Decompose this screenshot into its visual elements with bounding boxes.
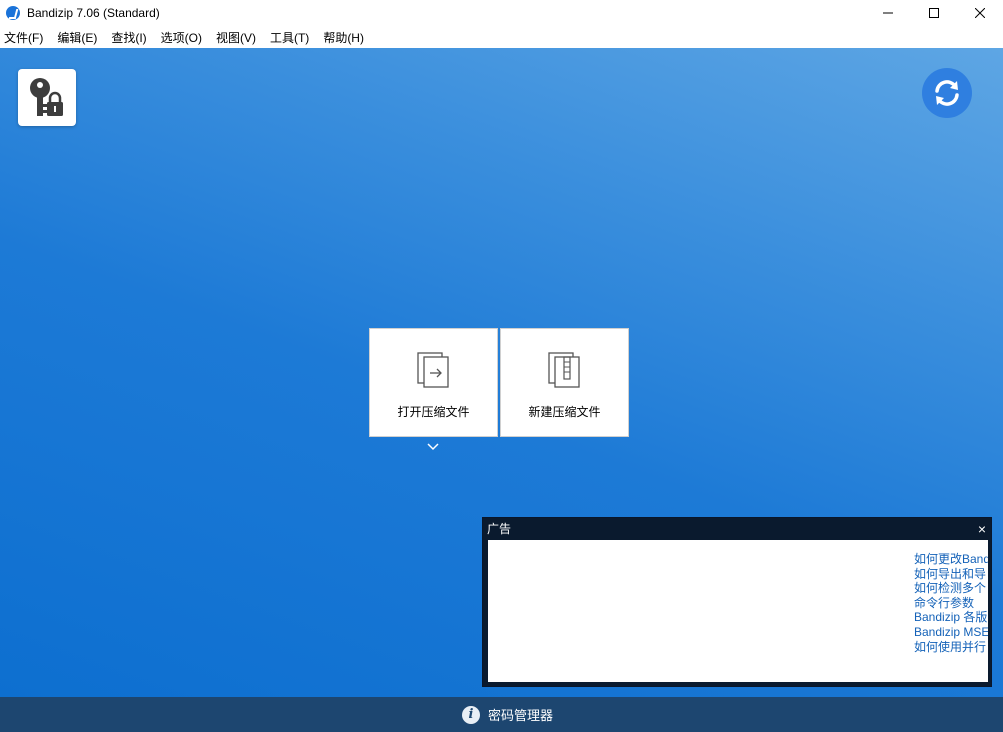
main-area: 打开压缩文件 新建压缩文件 广告 × 如何更改Band 如何导出和导 如何检测多… (0, 48, 1003, 697)
ad-link[interactable]: 如何更改Band (914, 552, 988, 567)
ad-close-button[interactable]: × (978, 522, 986, 536)
maximize-icon (929, 8, 939, 18)
ad-link[interactable]: 如何检测多个 (914, 581, 988, 596)
ad-panel: 广告 × 如何更改Band 如何导出和导 如何检测多个 命令行参数 Bandiz… (482, 517, 992, 687)
ad-link[interactable]: 如何导出和导 (914, 567, 988, 582)
bandizip-logo-icon (6, 6, 20, 20)
password-manager-label: 密码管理器 (487, 708, 553, 723)
key-lock-icon (30, 77, 63, 116)
menu-view[interactable]: 视图(V) (216, 29, 263, 46)
ad-content: 如何更改Band 如何导出和导 如何检测多个 命令行参数 Bandizip 各版… (488, 540, 988, 682)
info-icon: i (461, 705, 480, 724)
menu-bar: 文件(F) 编辑(E) 查找(I) 选项(O) 视图(V) 工具(T) 帮助(H… (0, 26, 1003, 48)
close-button[interactable] (957, 0, 1003, 26)
new-archive-button[interactable]: 新建压缩文件 (500, 328, 629, 437)
ad-title: 广告 (487, 522, 512, 536)
window-controls (865, 0, 1003, 26)
status-bar: i 密码管理器 (0, 697, 1003, 732)
menu-options[interactable]: 选项(O) (161, 29, 209, 46)
open-archive-button[interactable]: 打开压缩文件 (369, 328, 498, 437)
menu-edit[interactable]: 编辑(E) (57, 29, 104, 46)
minimize-button[interactable] (865, 0, 911, 26)
menu-find[interactable]: 查找(I) (111, 29, 153, 46)
menu-help[interactable]: 帮助(H) (323, 29, 371, 46)
new-archive-label: 新建压缩文件 (528, 405, 601, 419)
open-archive-label: 打开压缩文件 (397, 405, 470, 419)
ad-header: 广告 × (483, 518, 991, 539)
password-manager-link[interactable]: i 密码管理器 (450, 705, 553, 724)
open-archive-icon (416, 352, 449, 388)
close-icon (975, 8, 985, 18)
password-manager-button[interactable] (18, 69, 76, 126)
ad-link[interactable]: 命令行参数 (914, 596, 988, 611)
window-title: Bandizip 7.06 (Standard) (27, 6, 160, 20)
ad-link[interactable]: Bandizip 各版 (914, 610, 988, 625)
new-archive-icon (547, 352, 580, 388)
minimize-icon (883, 12, 893, 14)
menu-tools[interactable]: 工具(T) (270, 29, 316, 46)
menu-file[interactable]: 文件(F) (4, 29, 50, 46)
ad-link[interactable]: Bandizip MSE (914, 625, 988, 640)
maximize-button[interactable] (911, 0, 957, 26)
title-bar: Bandizip 7.06 (Standard) (0, 0, 1003, 26)
refresh-button[interactable] (922, 68, 972, 118)
chevron-down-icon[interactable] (427, 443, 439, 451)
ad-link[interactable]: 如何使用并行 (914, 640, 988, 655)
ad-link-list: 如何更改Band 如何导出和导 如何检测多个 命令行参数 Bandizip 各版… (914, 552, 988, 654)
refresh-icon (935, 80, 959, 106)
